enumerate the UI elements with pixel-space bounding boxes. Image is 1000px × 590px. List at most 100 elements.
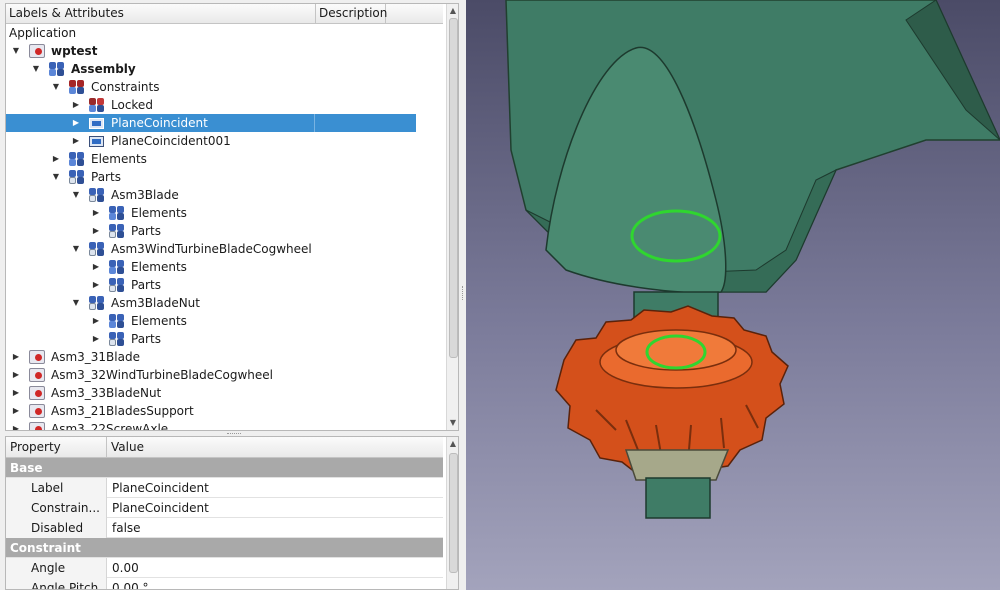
property-group-constraint[interactable]: Constraint: [6, 538, 443, 558]
locked-constraint-icon: [89, 98, 105, 112]
expand-arrow-icon[interactable]: ▶: [10, 348, 22, 366]
elements-icon: [69, 152, 85, 166]
collapse-arrow-icon[interactable]: ▼: [70, 240, 82, 258]
tree-item[interactable]: ▶ Elements: [6, 258, 416, 276]
property-key: Label: [6, 478, 107, 498]
plane-coincident-icon: [89, 136, 104, 147]
tree-item[interactable]: ▶ Asm3_21BladesSupport: [6, 402, 416, 420]
property-value[interactable]: PlaneCoincident: [108, 478, 209, 498]
tree-item-label: Parts: [131, 332, 161, 346]
expand-arrow-icon[interactable]: ▶: [90, 258, 102, 276]
tree-item-label: wptest: [51, 44, 98, 58]
column-header-value[interactable]: Value: [107, 437, 443, 457]
tree-scrollbar[interactable]: ▲ ▼: [446, 4, 458, 430]
tree-item[interactable]: ▶ Asm3_32WindTurbineBladeCogwheel: [6, 366, 416, 384]
tree-item-label: Locked: [111, 98, 153, 112]
tree-item[interactable]: ▼ Asm3Blade: [6, 186, 416, 204]
tree-item[interactable]: ▶ Elements: [6, 312, 416, 330]
expand-arrow-icon[interactable]: ▶: [90, 204, 102, 222]
tree-root-application: Application: [9, 26, 77, 40]
expand-arrow-icon[interactable]: ▶: [10, 402, 22, 420]
tree-item-label: Asm3_32WindTurbineBladeCogwheel: [51, 368, 273, 382]
expand-arrow-icon[interactable]: ▶: [90, 312, 102, 330]
tree-item-label: Elements: [91, 152, 147, 166]
property-row-angle-pitch[interactable]: Angle Pitch 0.00 °: [6, 578, 443, 589]
tree-item-label: Asm3BladeNut: [111, 296, 200, 310]
property-row-constraint-type[interactable]: Constrain... PlaneCoincident: [6, 498, 443, 518]
tree-item[interactable]: ▶ Parts: [6, 222, 416, 240]
tree-item[interactable]: ▶ Elements: [6, 204, 416, 222]
tree-item[interactable]: ▶ Elements: [6, 150, 416, 168]
property-value[interactable]: 0.00: [108, 558, 139, 578]
expand-arrow-icon[interactable]: ▶: [10, 366, 22, 384]
tree-body: Application ▼ wptest ▼ Assembly ▼ Constraints…: [6, 24, 443, 430]
tree-item[interactable]: ▼ Asm3WindTurbineBladeCogwheel: [6, 240, 416, 258]
tree-item[interactable]: ▶ Parts: [6, 276, 416, 294]
property-row-angle[interactable]: Angle 0.00: [6, 558, 443, 578]
tree-item[interactable]: ▼ Asm3BladeNut: [6, 294, 416, 312]
tree-item-label: Parts: [131, 278, 161, 292]
tree-item[interactable]: ▼ wptest: [6, 42, 416, 60]
property-key: Disabled: [6, 518, 107, 538]
expand-arrow-icon[interactable]: ▶: [70, 132, 82, 150]
collapse-arrow-icon[interactable]: ▼: [50, 168, 62, 186]
elements-icon: [109, 206, 125, 220]
tree-item-label: Asm3_21BladesSupport: [51, 404, 194, 418]
document-icon: [29, 386, 45, 400]
expand-arrow-icon[interactable]: ▶: [10, 384, 22, 402]
tree-item[interactable]: ▼ Constraints: [6, 78, 416, 96]
expand-arrow-icon[interactable]: ▶: [10, 420, 22, 430]
elements-icon: [109, 260, 125, 274]
tree-item[interactable]: ▶ Locked: [6, 96, 416, 114]
property-scrollbar[interactable]: ▲: [446, 437, 458, 589]
document-icon: [29, 44, 45, 58]
property-panel: Property Value Base Label PlaneCoinciden…: [5, 436, 459, 590]
tree-item[interactable]: ▶ Asm3_22ScrewAxle: [6, 420, 416, 431]
collapse-arrow-icon[interactable]: ▼: [50, 78, 62, 96]
expand-arrow-icon[interactable]: ▶: [90, 276, 102, 294]
document-icon: [29, 422, 45, 430]
3d-viewport[interactable]: [466, 0, 1000, 590]
property-value[interactable]: false: [108, 518, 141, 538]
expand-arrow-icon[interactable]: ▶: [70, 114, 82, 132]
collapse-arrow-icon[interactable]: ▼: [70, 186, 82, 204]
property-scrollbar-thumb[interactable]: [449, 453, 458, 573]
collapse-arrow-icon[interactable]: ▼: [10, 42, 22, 60]
tree-item[interactable]: ▶ PlaneCoincident: [6, 114, 416, 132]
expand-arrow-icon[interactable]: ▶: [90, 222, 102, 240]
property-value[interactable]: 0.00 °: [108, 578, 149, 589]
document-icon: [29, 350, 45, 364]
tree-item[interactable]: ▼ Parts: [6, 168, 416, 186]
property-row-disabled[interactable]: Disabled false: [6, 518, 443, 538]
column-header-property[interactable]: Property: [6, 437, 107, 457]
scroll-up-icon[interactable]: ▲: [447, 437, 458, 451]
elements-icon: [109, 314, 125, 328]
tree-item[interactable]: ▶ PlaneCoincident001: [6, 132, 416, 150]
assembly-link-icon: [89, 188, 105, 202]
property-value[interactable]: PlaneCoincident: [108, 498, 209, 518]
property-group-base[interactable]: Base: [6, 458, 443, 478]
column-header-labels[interactable]: Labels & Attributes: [6, 4, 316, 23]
3d-scene[interactable]: [466, 0, 1000, 590]
expand-arrow-icon[interactable]: ▶: [70, 96, 82, 114]
collapse-arrow-icon[interactable]: ▼: [30, 60, 42, 78]
column-header-description[interactable]: Description: [316, 4, 387, 23]
tree-item[interactable]: ▶ Asm3_31Blade: [6, 348, 416, 366]
tree-item[interactable]: ▶ Asm3_33BladeNut: [6, 384, 416, 402]
plane-coincident-icon: [89, 118, 104, 129]
expand-arrow-icon[interactable]: ▶: [90, 330, 102, 348]
property-row-label[interactable]: Label PlaneCoincident: [6, 478, 443, 498]
scroll-down-icon[interactable]: ▼: [447, 416, 458, 430]
tree-item-label: Elements: [131, 260, 187, 274]
expand-arrow-icon[interactable]: ▶: [50, 150, 62, 168]
tree-item[interactable]: ▶ Parts: [6, 330, 416, 348]
scroll-up-icon[interactable]: ▲: [447, 4, 458, 18]
tree-item[interactable]: ▼ Assembly: [6, 60, 416, 78]
tree-item-label: Asm3_22ScrewAxle: [51, 422, 169, 431]
collapse-arrow-icon[interactable]: ▼: [70, 294, 82, 312]
property-key: Angle: [6, 558, 107, 578]
tree-scrollbar-thumb[interactable]: [449, 18, 458, 358]
vertical-splitter[interactable]: [459, 0, 466, 590]
assembly-link-icon: [89, 296, 105, 310]
column-divider: [314, 114, 315, 132]
